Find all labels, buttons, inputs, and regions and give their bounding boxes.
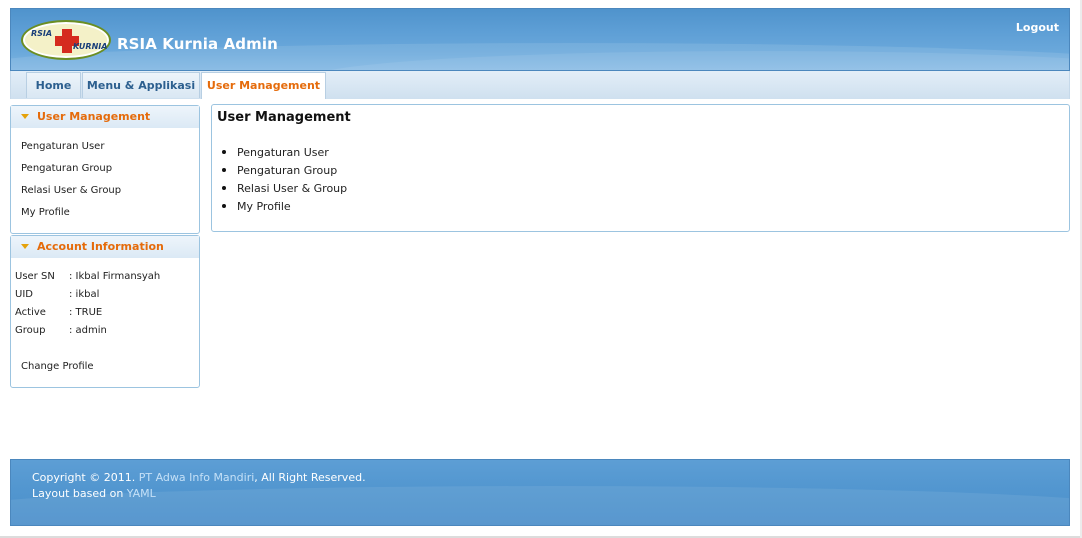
user-management-box-title: User Management (37, 110, 151, 123)
collapse-triangle-icon (21, 114, 29, 119)
layout-prefix: Layout based on (32, 487, 124, 500)
logo-text-right: KURNIA (73, 42, 108, 51)
copyright-prefix: Copyright © 2011. (32, 471, 136, 484)
content-item-label: Pengaturan Group (237, 164, 338, 177)
content-item-my-profile[interactable]: My Profile (222, 200, 291, 213)
bullet-icon (222, 186, 226, 190)
account-value: : TRUE (69, 307, 103, 318)
content-item-label: Relasi User & Group (237, 182, 348, 195)
account-key: UID (15, 289, 33, 300)
user-management-box: User Management Pengaturan User Pengatur… (10, 105, 200, 234)
page-header: RSIA KURNIA RSIA Kurnia Admin Logout (10, 8, 1070, 71)
collapse-triangle-icon (21, 244, 29, 249)
account-key: Group (15, 325, 46, 336)
rsia-kurnia-logo[interactable]: RSIA KURNIA (21, 20, 111, 60)
content-item-pengaturan-group[interactable]: Pengaturan Group (222, 164, 337, 177)
change-profile-link[interactable]: Change Profile (21, 361, 94, 372)
logout-link[interactable]: Logout (1016, 21, 1059, 34)
account-row-uid: UID : ikbal (15, 289, 99, 300)
footer-copyright: Copyright © 2011. PT Adwa Info Mandiri, … (32, 471, 366, 484)
footer-layout-credit: Layout based on YAML (32, 487, 156, 500)
user-management-box-header[interactable]: User Management (11, 106, 199, 128)
content-item-relasi-user-group[interactable]: Relasi User & Group (222, 182, 347, 195)
logo-text-left: RSIA (31, 29, 53, 38)
bullet-icon (222, 150, 226, 154)
footer-wave-decoration (11, 486, 1069, 525)
main-nav-tabs: Home Menu & Applikasi User Management (10, 71, 1070, 99)
bullet-icon (222, 204, 226, 208)
content-item-label: Pengaturan User (237, 146, 329, 159)
account-key: Active (15, 307, 46, 318)
account-row-active: Active : TRUE (15, 307, 102, 318)
copyright-suffix: , All Right Reserved. (254, 471, 366, 484)
content-item-pengaturan-user[interactable]: Pengaturan User (222, 146, 329, 159)
tab-user-management[interactable]: User Management (201, 72, 326, 99)
account-value: : admin (69, 325, 107, 336)
account-row-group: Group : admin (15, 325, 107, 336)
company-link[interactable]: PT Adwa Info Mandiri (139, 471, 255, 484)
account-information-box-header[interactable]: Account Information (11, 236, 199, 258)
account-value: : ikbal (69, 289, 100, 300)
account-row-user-sn: User SN : Ikbal Firmansyah (15, 271, 160, 282)
sidebar-item-relasi-user-group[interactable]: Relasi User & Group (21, 185, 121, 196)
sidebar-item-pengaturan-group[interactable]: Pengaturan Group (21, 163, 112, 174)
content-item-label: My Profile (237, 200, 291, 213)
tab-home[interactable]: Home (26, 72, 81, 98)
account-value: : Ikbal Firmansyah (69, 271, 161, 282)
site-title: RSIA Kurnia Admin (117, 35, 278, 53)
bullet-icon (222, 168, 226, 172)
account-key: User SN (15, 271, 55, 282)
page-title: User Management (217, 110, 351, 125)
sidebar-item-my-profile[interactable]: My Profile (21, 207, 70, 218)
main-content-panel: User Management Pengaturan User Pengatur… (211, 104, 1070, 232)
account-information-box-title: Account Information (37, 240, 164, 253)
yaml-link[interactable]: YAML (127, 487, 156, 500)
page-footer: Copyright © 2011. PT Adwa Info Mandiri, … (10, 459, 1070, 526)
account-information-box: Account Information User SN : Ikbal Firma… (10, 235, 200, 388)
sidebar-item-pengaturan-user[interactable]: Pengaturan User (21, 141, 104, 152)
tab-menu-applikasi[interactable]: Menu & Applikasi (82, 72, 200, 98)
